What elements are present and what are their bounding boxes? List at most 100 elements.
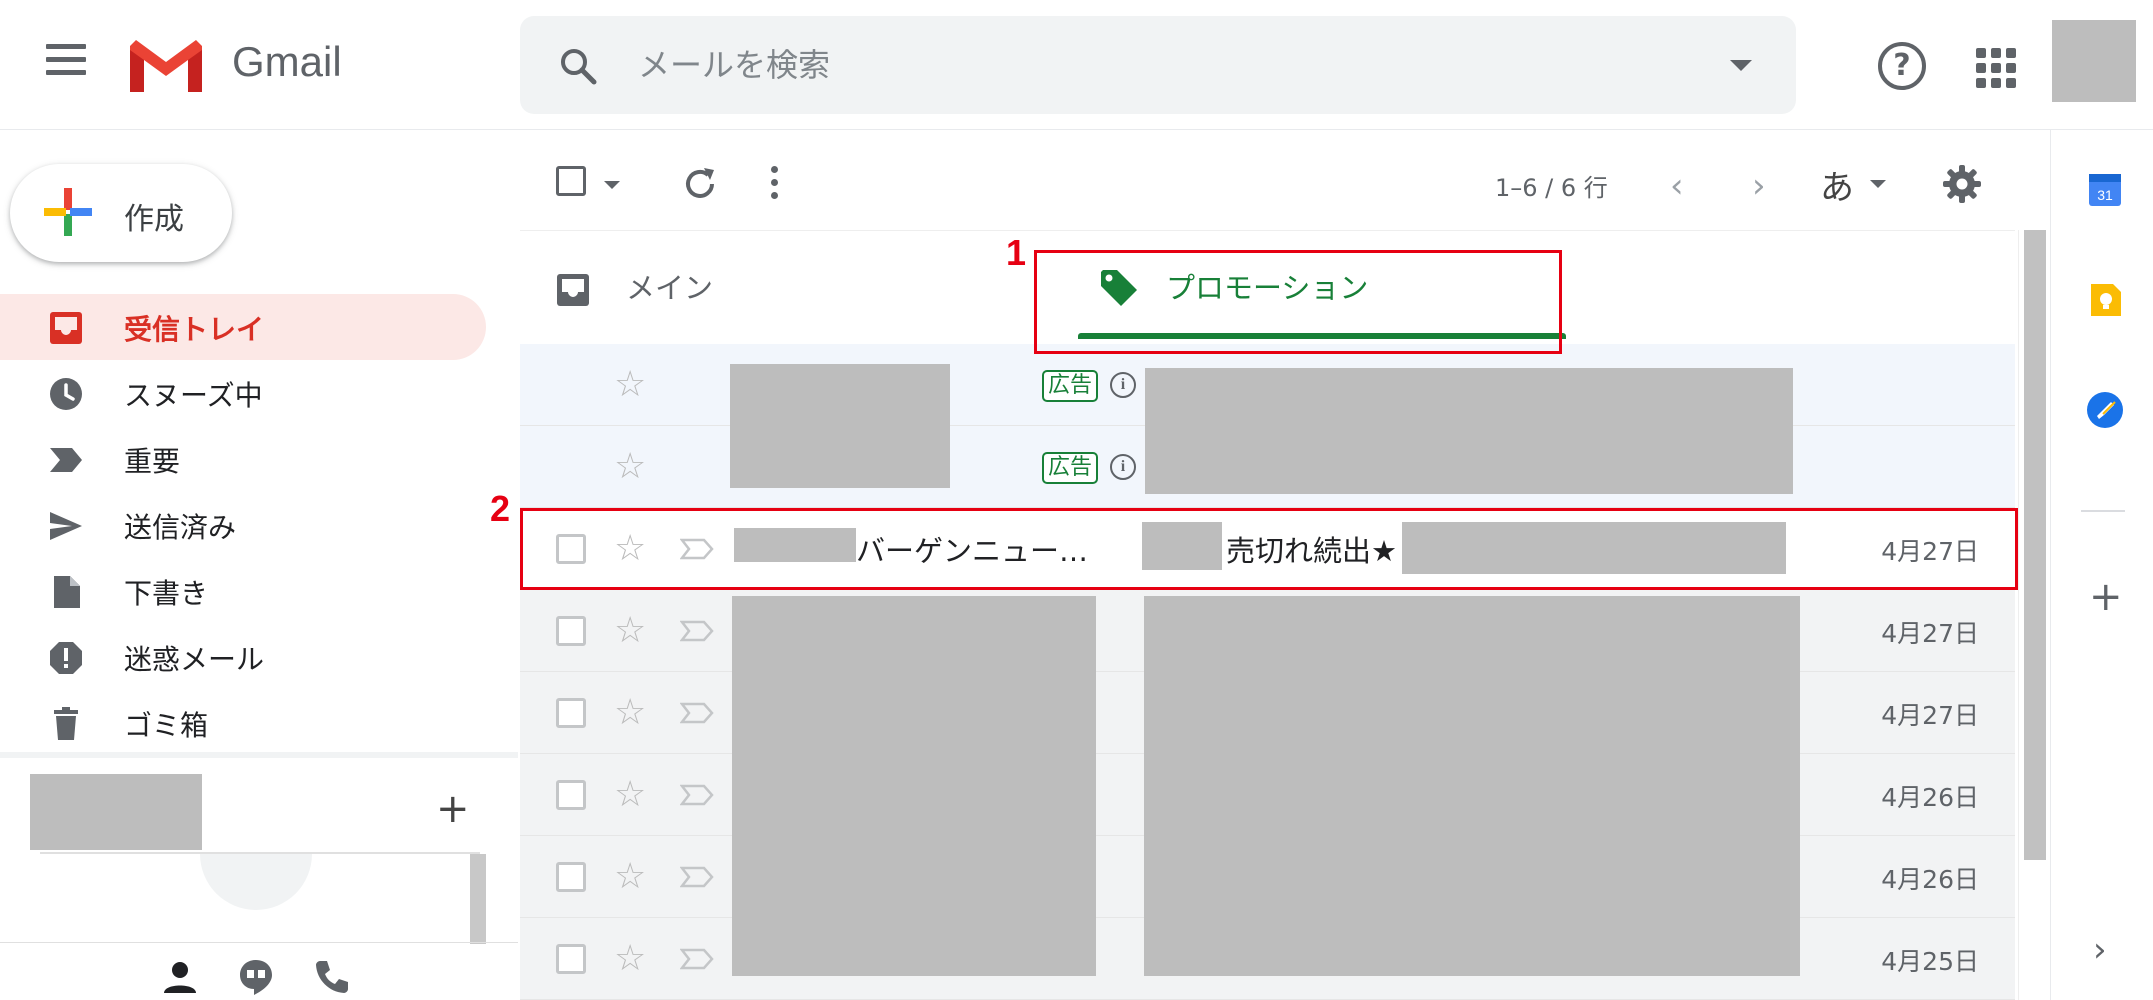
active-tab-indicator bbox=[1078, 333, 1566, 339]
hangouts-chat-icon[interactable] bbox=[236, 957, 276, 997]
gear-icon[interactable] bbox=[1942, 164, 1982, 204]
select-options-icon[interactable] bbox=[604, 181, 620, 189]
redacted-block bbox=[732, 596, 1096, 976]
email-date: 4月26日 bbox=[1881, 783, 1979, 812]
star-icon[interactable]: ☆ bbox=[614, 856, 646, 897]
importance-marker-icon[interactable] bbox=[680, 784, 714, 806]
search-icon[interactable] bbox=[556, 44, 600, 88]
person-icon[interactable] bbox=[160, 957, 200, 997]
row-checkbox[interactable] bbox=[556, 780, 586, 810]
email-date: 4月26日 bbox=[1881, 865, 1979, 894]
email-list: ☆ 広告 i ☆ 広告 i ☆ バーゲンニュー… 売切れ続出★ 4月27日 ☆ … bbox=[520, 344, 2015, 1000]
more-options-icon[interactable] bbox=[768, 166, 780, 206]
inbox-icon bbox=[50, 312, 82, 344]
annotation-number-1: 1 bbox=[1006, 232, 1027, 273]
apps-grid-icon[interactable] bbox=[1976, 48, 2016, 88]
importance-marker-icon[interactable] bbox=[680, 538, 714, 560]
search-options-icon[interactable] bbox=[1730, 60, 1752, 71]
importance-marker-icon[interactable] bbox=[680, 620, 714, 642]
email-sender: バーゲンニュー… bbox=[856, 534, 1089, 568]
spam-icon bbox=[50, 642, 82, 674]
row-checkbox[interactable] bbox=[556, 698, 586, 728]
older-page-icon[interactable]: › bbox=[1752, 166, 1766, 206]
svg-text:31: 31 bbox=[2097, 187, 2113, 203]
keep-icon[interactable] bbox=[2085, 280, 2125, 320]
newer-page-icon[interactable]: ‹ bbox=[1670, 166, 1684, 206]
tasks-icon[interactable] bbox=[2085, 390, 2125, 430]
top-bar: Gmail ? bbox=[0, 0, 2153, 130]
category-tabs: メイン プロモーション bbox=[520, 230, 2015, 342]
email-row[interactable]: ☆ バーゲンニュー… 売切れ続出★ 4月27日 bbox=[520, 508, 2015, 590]
sidebar-item-snoozed[interactable]: スヌーズ中 bbox=[0, 360, 486, 426]
importance-marker-icon[interactable] bbox=[680, 948, 714, 970]
trash-icon bbox=[54, 707, 78, 740]
help-icon[interactable]: ? bbox=[1878, 42, 1926, 90]
add-hangout-button[interactable]: + bbox=[436, 786, 470, 832]
row-checkbox[interactable] bbox=[556, 616, 586, 646]
select-all-checkbox[interactable] bbox=[556, 166, 586, 196]
hangouts-panel: + bbox=[0, 752, 518, 850]
importance-marker-icon[interactable] bbox=[680, 866, 714, 888]
search-input[interactable] bbox=[638, 38, 1638, 92]
email-date: 4月27日 bbox=[1881, 701, 1979, 730]
row-checkbox[interactable] bbox=[556, 944, 586, 974]
row-checkbox[interactable] bbox=[556, 534, 586, 564]
email-date: 4月27日 bbox=[1881, 537, 1979, 566]
info-icon[interactable]: i bbox=[1110, 454, 1136, 480]
sidebar-item-label: 下書き bbox=[124, 577, 209, 610]
sidebar-nav: 受信トレイ スヌーズ中 重要 送信済み 下書き 迷惑メール ゴミ箱 bbox=[0, 294, 488, 756]
star-icon[interactable]: ☆ bbox=[614, 938, 646, 979]
star-icon[interactable]: ☆ bbox=[614, 610, 646, 651]
sidebar-item-label: ゴミ箱 bbox=[124, 709, 209, 742]
email-row[interactable]: ☆ 4月27日 bbox=[520, 590, 2015, 976]
scrollbar-thumb[interactable] bbox=[2024, 230, 2046, 860]
info-icon[interactable]: i bbox=[1110, 372, 1136, 398]
search-bar[interactable] bbox=[520, 16, 1796, 114]
main-menu-button[interactable] bbox=[40, 44, 92, 88]
refresh-icon[interactable] bbox=[680, 164, 720, 204]
row-checkbox[interactable] bbox=[556, 862, 586, 892]
tab-promotions[interactable]: プロモーション bbox=[1056, 231, 1608, 343]
send-icon bbox=[50, 512, 82, 540]
input-tools-button[interactable]: あ bbox=[1820, 160, 1854, 209]
inbox-icon bbox=[557, 274, 589, 306]
sidebar-item-label: 重要 bbox=[124, 445, 181, 478]
redacted-block bbox=[1402, 522, 1786, 574]
input-tools-caret-icon[interactable] bbox=[1870, 180, 1886, 188]
ad-row[interactable]: ☆ 広告 i bbox=[520, 344, 2015, 494]
sidebar-item-label: 送信済み bbox=[124, 511, 237, 544]
email-subject: 売切れ続出★ bbox=[1226, 534, 1397, 568]
expand-panel-icon[interactable]: › bbox=[2093, 930, 2107, 970]
side-panel: 31 + › bbox=[2050, 130, 2153, 1000]
ad-badge: 広告 bbox=[1042, 452, 1099, 484]
plus-icon bbox=[44, 188, 92, 236]
tab-primary[interactable]: メイン bbox=[520, 231, 1030, 343]
sidebar-item-spam[interactable]: 迷惑メール bbox=[0, 624, 486, 690]
star-icon[interactable]: ☆ bbox=[614, 692, 646, 733]
sidebar-item-sent[interactable]: 送信済み bbox=[0, 492, 486, 558]
star-icon[interactable]: ☆ bbox=[614, 364, 646, 405]
compose-button[interactable]: 作成 bbox=[10, 164, 232, 262]
label-important-icon bbox=[50, 448, 82, 472]
avatar[interactable] bbox=[2052, 20, 2136, 102]
redacted-block bbox=[1144, 596, 1800, 976]
star-icon[interactable]: ☆ bbox=[614, 774, 646, 815]
add-addon-icon[interactable]: + bbox=[2089, 574, 2123, 620]
hangouts-tabs bbox=[0, 942, 518, 1000]
star-icon[interactable]: ☆ bbox=[614, 528, 646, 569]
hangouts-scrollbar[interactable] bbox=[470, 854, 486, 944]
sidebar-item-drafts[interactable]: 下書き bbox=[0, 558, 486, 624]
importance-marker-icon[interactable] bbox=[680, 702, 714, 724]
star-icon[interactable]: ☆ bbox=[614, 446, 646, 487]
chat-bubble-illustration bbox=[200, 854, 312, 910]
calendar-icon[interactable]: 31 bbox=[2085, 170, 2125, 210]
email-date: 4月25日 bbox=[1881, 947, 1979, 976]
sidebar-item-label: 迷惑メール bbox=[124, 643, 265, 676]
hangouts-user-placeholder bbox=[30, 774, 202, 850]
sidebar-item-important[interactable]: 重要 bbox=[0, 426, 486, 492]
brand-name[interactable]: Gmail bbox=[232, 38, 342, 86]
sidebar-item-trash[interactable]: ゴミ箱 bbox=[0, 690, 486, 756]
gmail-logo[interactable] bbox=[126, 36, 206, 96]
phone-icon[interactable] bbox=[312, 957, 352, 997]
sidebar-item-inbox[interactable]: 受信トレイ bbox=[0, 294, 486, 360]
